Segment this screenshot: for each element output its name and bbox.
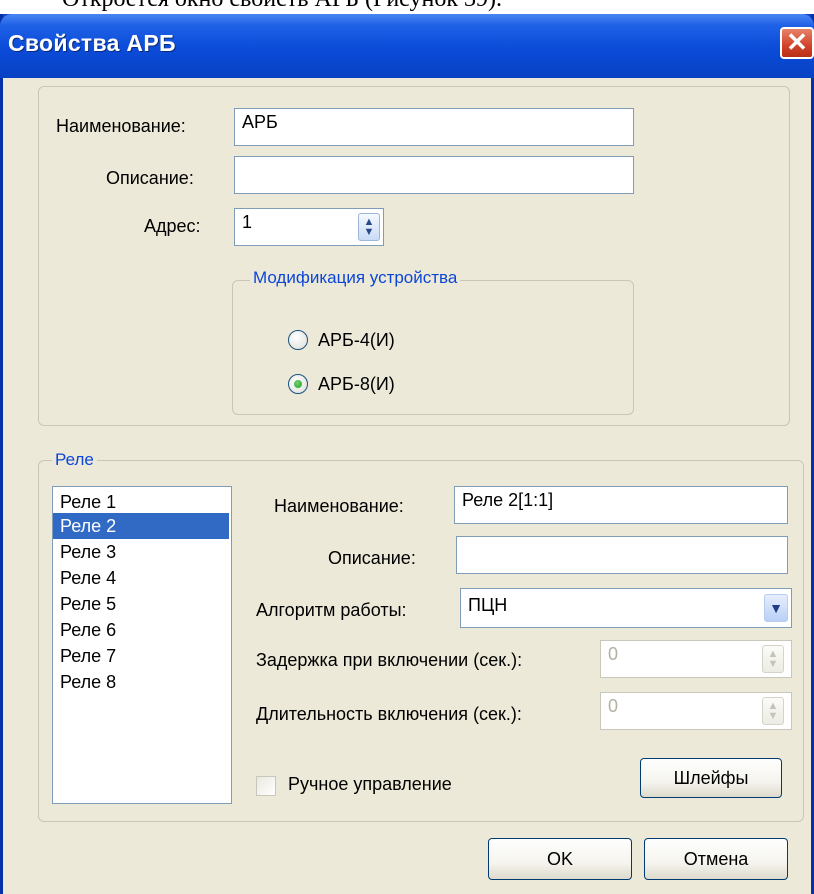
relay-algorithm-label: Алгоритм работы: <box>256 600 407 620</box>
relay-duration-label: Длительность включения (сек.): <box>256 704 522 724</box>
list-item[interactable]: Реле 3 <box>53 539 229 565</box>
spin-up-down-icon: ▲ ▼ <box>767 700 779 722</box>
device-desc-field[interactable] <box>234 156 634 194</box>
list-item[interactable]: Реле 6 <box>53 617 229 643</box>
radio-arb4[interactable] <box>288 330 308 350</box>
relay-legend: Реле <box>52 450 97 470</box>
relay-desc-label: Описание: <box>328 548 416 568</box>
ok-button[interactable]: OK <box>488 838 632 880</box>
delay-spin-button[interactable]: ▲ ▼ <box>762 645 784 673</box>
chevron-down-icon: ▼ <box>769 600 783 616</box>
algorithm-dropdown-button[interactable]: ▼ <box>764 594 788 622</box>
relay-name-field[interactable]: Реле 2[1:1] <box>454 486 788 524</box>
close-icon: ✕ <box>786 27 808 57</box>
relay-algorithm-select[interactable]: ПЦН <box>460 588 792 628</box>
list-item[interactable]: Реле 7 <box>53 643 229 669</box>
radio-arb8-label[interactable]: АРБ-8(И) <box>318 374 395 395</box>
radio-arb8[interactable] <box>288 374 308 394</box>
device-desc-label: Описание: <box>106 168 194 188</box>
manual-control-checkbox[interactable] <box>256 776 276 796</box>
address-spin-button[interactable]: ▲ ▼ <box>358 213 380 241</box>
device-name-field[interactable]: АРБ <box>234 108 634 146</box>
device-address-label: Адрес: <box>144 216 201 236</box>
radio-arb4-label[interactable]: АРБ-4(И) <box>318 330 395 351</box>
relay-name-label: Наименование: <box>274 496 404 516</box>
document-caption: Откроется окно свойств АРБ (Рисунок 39). <box>62 0 502 13</box>
loops-button[interactable]: Шлейфы <box>640 758 782 798</box>
spin-up-down-icon: ▲ ▼ <box>767 648 779 670</box>
device-name-label: Наименование: <box>56 116 186 136</box>
spin-up-down-icon: ▲ ▼ <box>363 216 375 238</box>
modification-legend: Модификация устройства <box>250 268 461 288</box>
close-button[interactable]: ✕ <box>780 27 814 59</box>
duration-spin-button[interactable]: ▲ ▼ <box>762 697 784 725</box>
list-item[interactable]: Реле 4 <box>53 565 229 591</box>
window-title: Свойства АРБ <box>8 30 176 56</box>
relay-list[interactable]: Реле 1 Реле 2 Реле 3 Реле 4 Реле 5 Реле … <box>52 486 232 804</box>
list-item-selected[interactable]: Реле 2 <box>53 513 229 539</box>
cancel-button[interactable]: Отмена <box>644 838 788 880</box>
list-item[interactable]: Реле 5 <box>53 591 229 617</box>
relay-desc-field[interactable] <box>456 536 788 574</box>
list-item[interactable]: Реле 1 <box>53 489 229 515</box>
manual-control-label[interactable]: Ручное управление <box>288 774 452 795</box>
list-item[interactable]: Реле 8 <box>53 669 229 695</box>
relay-delay-label: Задержка при включении (сек.): <box>256 650 523 670</box>
